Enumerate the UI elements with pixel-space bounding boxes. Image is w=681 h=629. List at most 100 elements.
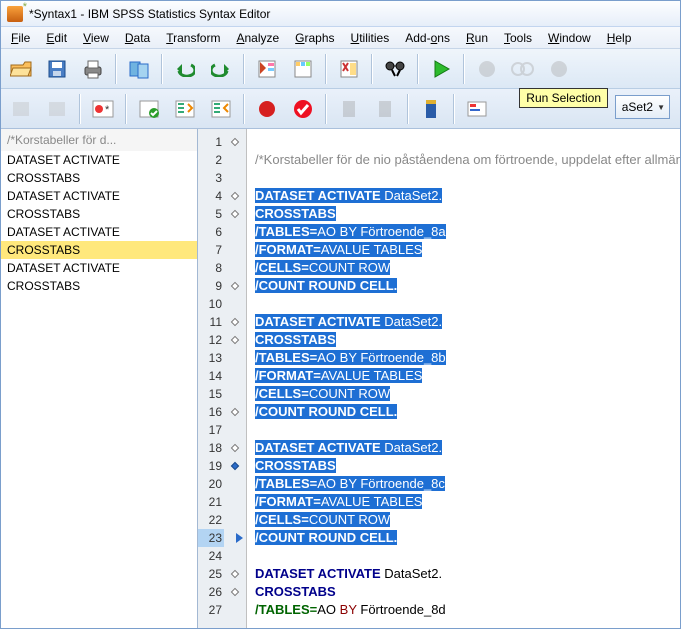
code-line[interactable] [255, 295, 676, 313]
toolbar-separator [325, 54, 327, 84]
record-button[interactable] [251, 93, 283, 125]
code-line[interactable]: /TABLES=AO BY Förtroende_8c [255, 475, 676, 493]
code-line[interactable]: /FORMAT=AVALUE TABLES [255, 241, 676, 259]
nav-item[interactable]: DATASET ACTIVATE [1, 259, 197, 277]
run-selection-tooltip: Run Selection [519, 88, 608, 108]
chevron-down-icon: ▼ [657, 103, 665, 112]
dataset-dropdown-label: aSet2 [622, 100, 653, 114]
menu-tools[interactable]: Tools [496, 28, 540, 48]
code-line[interactable]: CROSSTABS [255, 331, 676, 349]
code-line[interactable]: /FORMAT=AVALUE TABLES [255, 493, 676, 511]
toolbar-separator [453, 94, 455, 124]
recall-dialog-button[interactable] [123, 53, 155, 85]
marker-gutter [228, 129, 246, 628]
code-line[interactable]: /CELLS=COUNT ROW [255, 511, 676, 529]
syntax-check-3-button[interactable] [205, 93, 237, 125]
code-line[interactable]: /TABLES=AO BY Förtroende_8b [255, 349, 676, 367]
toolbar-separator [115, 54, 117, 84]
code-line[interactable] [255, 133, 676, 151]
variables-button[interactable] [333, 53, 365, 85]
nav-item[interactable]: CROSSTABS [1, 277, 197, 295]
syntax-editor[interactable]: 1234567891011121314151617181920212223242… [198, 129, 680, 628]
code-line[interactable]: /CELLS=COUNT ROW [255, 259, 676, 277]
toolbar-separator [79, 94, 81, 124]
code-pane[interactable]: /*Korstabeller för de nio påståendena om… [247, 129, 680, 628]
code-line[interactable]: /COUNT ROUND CELL. [255, 529, 676, 547]
nav-item[interactable]: CROSSTABS [1, 241, 197, 259]
save-button[interactable] [41, 53, 73, 85]
code-line[interactable]: DATASET ACTIVATE DataSet2. [255, 439, 676, 457]
print-button[interactable] [77, 53, 109, 85]
find-button[interactable] [379, 53, 411, 85]
toolbar-separator [371, 54, 373, 84]
code-line[interactable]: /COUNT ROUND CELL. [255, 403, 676, 421]
code-line[interactable] [255, 169, 676, 187]
nav-item[interactable]: DATASET ACTIVATE [1, 151, 197, 169]
menu-add-ons[interactable]: Add-ons [397, 28, 458, 48]
toolbar-separator [417, 54, 419, 84]
toolbar-separator [463, 54, 465, 84]
title-bar: *Syntax1 - IBM SPSS Statistics Syntax Ed… [1, 1, 680, 27]
disabled-nav-2 [41, 93, 73, 125]
nav-item[interactable]: DATASET ACTIVATE [1, 187, 197, 205]
menu-help[interactable]: Help [599, 28, 640, 48]
code-line[interactable]: /COUNT ROUND CELL. [255, 277, 676, 295]
nav-item[interactable]: CROSSTABS [1, 205, 197, 223]
redo-button[interactable] [205, 53, 237, 85]
menu-graphs[interactable]: Graphs [287, 28, 342, 48]
disabled-bkmk-2 [369, 93, 401, 125]
validate-button[interactable] [287, 93, 319, 125]
goto-case-button[interactable] [251, 53, 283, 85]
menu-file[interactable]: File [3, 28, 38, 48]
active-dataset-dropdown[interactable]: aSet2 ▼ [615, 95, 670, 119]
code-line[interactable]: /CELLS=COUNT ROW [255, 385, 676, 403]
menu-data[interactable]: Data [117, 28, 158, 48]
menu-run[interactable]: Run [458, 28, 496, 48]
nav-header: /*Korstabeller för d... [1, 129, 197, 151]
syntax-check-2-button[interactable] [169, 93, 201, 125]
code-line[interactable]: /TABLES=AO BY Förtroende_8a [255, 223, 676, 241]
toolbar-separator [243, 54, 245, 84]
code-line[interactable]: DATASET ACTIVATE DataSet2. [255, 313, 676, 331]
toolbar-separator [243, 94, 245, 124]
svg-text:*: * [105, 104, 110, 116]
menu-utilities[interactable]: Utilities [343, 28, 398, 48]
code-line[interactable]: CROSSTABS [255, 205, 676, 223]
code-line[interactable]: /*Korstabeller för de nio påståendena om… [255, 151, 676, 169]
navigation-pane[interactable]: /*Korstabeller för d... DATASET ACTIVATE… [1, 129, 198, 628]
output-button[interactable] [461, 93, 493, 125]
menu-window[interactable]: Window [540, 28, 599, 48]
code-line[interactable]: CROSSTABS [255, 583, 676, 601]
content-area: /*Korstabeller för d... DATASET ACTIVATE… [1, 129, 680, 628]
disabled-bkmk-1 [333, 93, 365, 125]
menu-transform[interactable]: Transform [158, 28, 228, 48]
nav-item[interactable]: CROSSTABS [1, 169, 197, 187]
code-line[interactable] [255, 421, 676, 439]
code-line[interactable]: /TABLES=AO BY Förtroende_8d [255, 601, 676, 619]
breakpoint-toggle-button[interactable]: * [87, 93, 119, 125]
code-line[interactable]: /FORMAT=AVALUE TABLES [255, 367, 676, 385]
code-line[interactable]: DATASET ACTIVATE DataSet2. [255, 187, 676, 205]
goto-variable-button[interactable] [287, 53, 319, 85]
menu-view[interactable]: View [75, 28, 117, 48]
line-number-gutter: 1234567891011121314151617181920212223242… [198, 129, 228, 628]
toolbar-syntax: * Run Selection aSet2 ▼ [1, 89, 680, 129]
app-icon [7, 6, 23, 22]
bookmark-button[interactable] [415, 93, 447, 125]
toolbar-separator [325, 94, 327, 124]
disabled-btn-3 [543, 53, 575, 85]
window-title: *Syntax1 - IBM SPSS Statistics Syntax Ed… [29, 7, 270, 21]
disabled-nav-1 [5, 93, 37, 125]
code-line[interactable] [255, 547, 676, 565]
undo-button[interactable] [169, 53, 201, 85]
menu-analyze[interactable]: Analyze [228, 28, 287, 48]
syntax-check-1-button[interactable] [133, 93, 165, 125]
code-line[interactable]: DATASET ACTIVATE DataSet2. [255, 565, 676, 583]
nav-item[interactable]: DATASET ACTIVATE [1, 223, 197, 241]
disabled-btn-2 [507, 53, 539, 85]
toolbar-separator [161, 54, 163, 84]
run-button[interactable] [425, 53, 457, 85]
open-button[interactable] [5, 53, 37, 85]
menu-edit[interactable]: Edit [38, 28, 75, 48]
code-line[interactable]: CROSSTABS [255, 457, 676, 475]
